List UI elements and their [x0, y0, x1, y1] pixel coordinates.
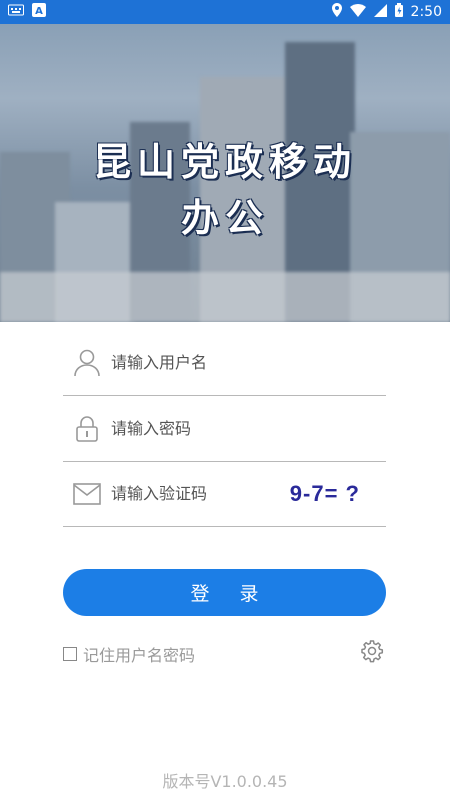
mail-icon: [63, 482, 111, 505]
signal-icon: [373, 3, 387, 21]
login-button[interactable]: 登录: [63, 569, 386, 616]
status-bar: A 2:50: [0, 0, 450, 24]
app-title: 昆山党政移动 办公: [0, 134, 450, 246]
remember-checkbox[interactable]: [63, 647, 77, 661]
keyboard-icon: [8, 4, 24, 20]
battery-icon: [394, 3, 403, 21]
wifi-icon: [349, 3, 366, 21]
username-field[interactable]: [63, 330, 386, 396]
remember-credentials[interactable]: 记住用户名密码: [63, 642, 195, 666]
hero-banner: 昆山党政移动 办公: [0, 24, 450, 322]
location-icon: [331, 3, 342, 21]
lock-icon: [63, 415, 111, 443]
app-title-line2: 办公: [180, 195, 269, 240]
user-icon: [63, 349, 111, 377]
password-field[interactable]: [63, 396, 386, 462]
remember-label: 记住用户名密码: [83, 646, 196, 665]
app-title-line1: 昆山党政移动: [92, 139, 357, 184]
captcha-image[interactable]: 9-7= ?: [290, 481, 360, 507]
gear-icon: [361, 640, 384, 663]
password-input[interactable]: [111, 419, 281, 438]
status-time: 2:50: [410, 4, 442, 20]
version-label: 版本号V1.0.0.45: [162, 772, 288, 791]
username-input[interactable]: [111, 353, 281, 372]
captcha-field[interactable]: 9-7= ?: [63, 461, 386, 527]
svg-text:A: A: [35, 6, 43, 17]
captcha-input[interactable]: [111, 484, 281, 503]
building-decoration: [0, 272, 450, 322]
settings-button[interactable]: [360, 639, 384, 663]
a-notification-icon: A: [32, 3, 46, 21]
